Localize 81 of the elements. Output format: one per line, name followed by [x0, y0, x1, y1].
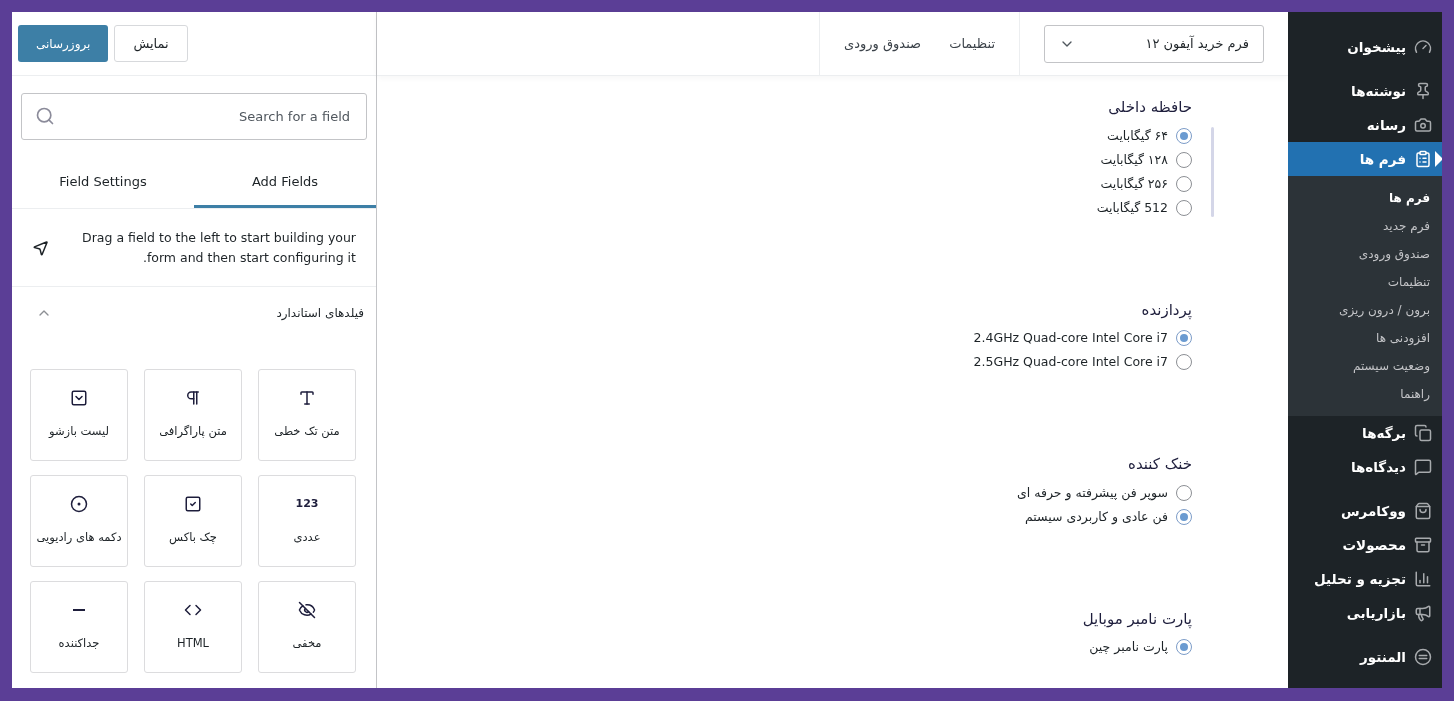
- submenu-item[interactable]: فرم ها: [1288, 184, 1442, 212]
- field-tile[interactable]: چک باکس: [144, 475, 242, 567]
- option-label: 2.5GHz Quad-core Intel Core i7: [973, 353, 1168, 371]
- update-button[interactable]: بروزرسانی: [18, 25, 109, 62]
- field-label: دکمه های رادیویی: [36, 529, 122, 547]
- field-label: چک باکس: [169, 529, 217, 547]
- sidebar-item[interactable]: فرم ها: [1288, 142, 1442, 176]
- bar-chart-icon: [1414, 570, 1432, 588]
- cursor-icon: [32, 238, 50, 257]
- field-label: عددی: [293, 528, 321, 546]
- search-icon: [35, 106, 55, 126]
- field-tile[interactable]: HTML: [144, 581, 242, 673]
- header-link[interactable]: تنظیمات: [949, 33, 995, 54]
- sidebar-item[interactable]: المنتور: [1288, 640, 1442, 674]
- pages-icon: [1414, 424, 1432, 442]
- pilcrow-icon: [184, 389, 202, 408]
- option-label: ۲۵۶ گیگابایت: [1100, 174, 1168, 193]
- hint-text: Drag a field to the left to start building your form and then start configuring it.: [81, 228, 356, 267]
- field-tile[interactable]: متن تک خطی: [258, 369, 356, 461]
- dash-icon: [73, 609, 85, 612]
- archive-icon: [1414, 536, 1432, 554]
- sidebar-item[interactable]: نوشته‌ها: [1288, 74, 1442, 108]
- pin-icon: [1414, 82, 1432, 100]
- sidebar-item[interactable]: بازاریابی: [1288, 596, 1442, 630]
- field-title: پارت نامبر موبایل: [1081, 608, 1192, 630]
- option-label: ۶۴ گیگابایت: [1107, 126, 1168, 145]
- option-label: 512 گیگابایت: [1096, 198, 1168, 217]
- submenu-item[interactable]: فرم جدید: [1288, 212, 1442, 240]
- sidebar-item[interactable]: دیدگاه‌ها: [1288, 450, 1442, 484]
- field-title: حافظه داخلی: [1107, 97, 1192, 118]
- checkbox-icon: [184, 495, 202, 514]
- radio-icon: [70, 495, 88, 514]
- option-label: پارت نامبر چین: [1089, 638, 1168, 656]
- field-label: لیست بازشو: [49, 423, 109, 441]
- field-title: خنک کننده: [1127, 454, 1192, 475]
- panel-tab[interactable]: Field Settings: [12, 158, 194, 208]
- submenu-item[interactable]: صندوق ورودی: [1288, 240, 1442, 268]
- active-pointer: [1435, 151, 1442, 167]
- field-tile[interactable]: جداکننده: [30, 581, 128, 673]
- speech-bubble-icon: [1414, 458, 1432, 476]
- field-label: متن تک خطی: [274, 423, 340, 441]
- field-tile[interactable]: دکمه های رادیویی: [30, 475, 128, 567]
- bag-icon: [1414, 502, 1432, 520]
- field-label: مخفی: [292, 635, 322, 653]
- submenu-item[interactable]: راهنما: [1288, 380, 1442, 408]
- eye-off-icon: [298, 601, 316, 620]
- field-tile[interactable]: لیست بازشو: [30, 369, 128, 461]
- field-title: پردازنده: [1140, 299, 1192, 321]
- sidebar-item[interactable]: ووکامرس: [1288, 494, 1442, 528]
- circle-lines-icon: [1414, 648, 1432, 666]
- submenu-item[interactable]: افزودنی ها: [1288, 324, 1442, 352]
- option-label: ۱۲۸ گیگابایت: [1100, 150, 1168, 169]
- header-link[interactable]: صندوق ورودی: [844, 33, 922, 54]
- submenu-item[interactable]: برون / درون ریزی: [1288, 296, 1442, 324]
- option-label: سوپر فن پیشرفته و حرفه ای: [1017, 483, 1168, 502]
- text-icon: [298, 389, 316, 408]
- section-title: فیلدهای استاندارد: [276, 305, 364, 322]
- field-label: جداکننده: [58, 635, 100, 653]
- preview-button[interactable]: نمایش: [114, 25, 188, 62]
- panel-tab[interactable]: Add Fields: [194, 158, 376, 208]
- dropdown-icon: [70, 389, 88, 408]
- submenu-item[interactable]: تنظیمات: [1288, 268, 1442, 296]
- megaphone-icon: [1414, 604, 1432, 622]
- field-glyph: 123: [295, 496, 319, 513]
- field-label: متن پاراگرافی: [159, 423, 227, 441]
- field-tile[interactable]: مخفی: [258, 581, 356, 673]
- camera-icon: [1414, 116, 1432, 134]
- sidebar-item[interactable]: تجزیه و تحلیل: [1288, 562, 1442, 596]
- gauge-icon: [1414, 38, 1432, 56]
- sidebar-item[interactable]: رسانه: [1288, 108, 1442, 142]
- search-field[interactable]: Search for a field: [21, 93, 367, 140]
- sidebar-item[interactable]: محصولات: [1288, 528, 1442, 562]
- submenu-item[interactable]: وضعیت سیستم: [1288, 352, 1442, 380]
- option-label: فن عادی و کاربردی سیستم: [1024, 507, 1168, 526]
- option-label: 2.4GHz Quad-core Intel Core i7: [973, 329, 1168, 347]
- form-icon: [1414, 150, 1432, 168]
- form-select[interactable]: فرم خرید آیفون ۱۲: [1044, 24, 1264, 63]
- sidebar-item[interactable]: پیشخوان: [1288, 30, 1442, 64]
- field-tile[interactable]: متن پاراگرافی: [144, 369, 242, 461]
- field-label: HTML: [177, 635, 209, 653]
- sidebar-item[interactable]: برگه‌ها: [1288, 416, 1442, 450]
